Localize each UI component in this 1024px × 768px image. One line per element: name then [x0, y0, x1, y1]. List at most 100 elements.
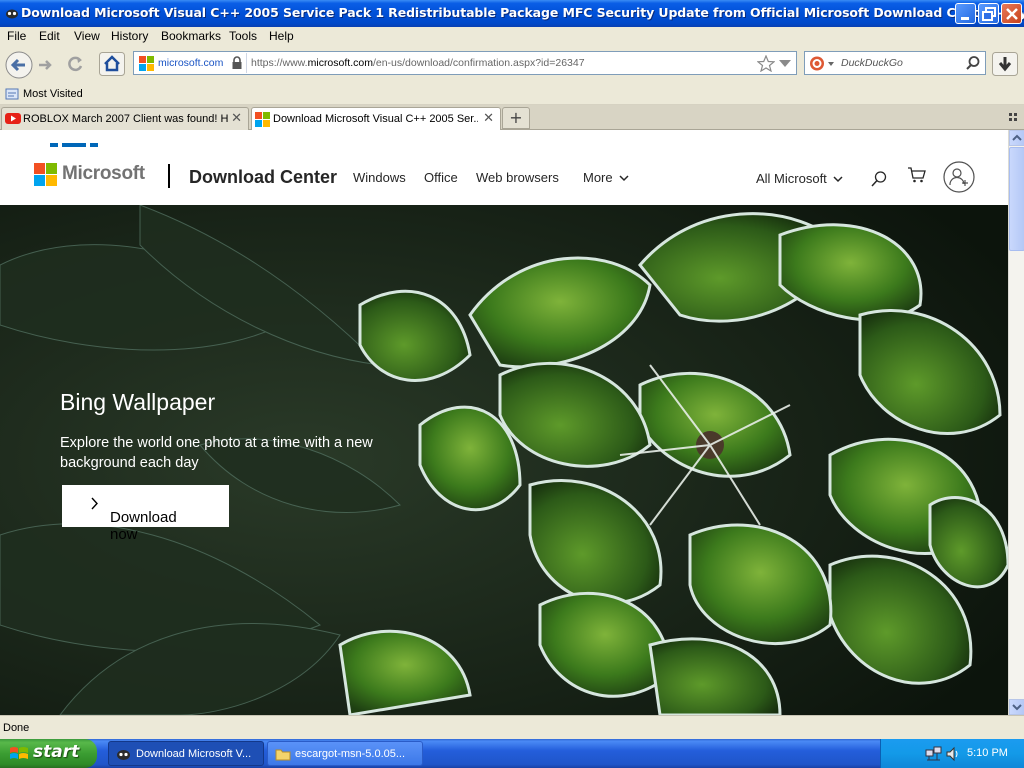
forward-button[interactable] — [35, 55, 55, 75]
menu-tools[interactable]: Tools — [229, 29, 257, 43]
download-now-label: Download now — [86, 497, 177, 543]
all-microsoft-menu[interactable]: All Microsoft — [756, 171, 843, 186]
header-divider — [168, 164, 170, 188]
tab-label: Download Microsoft Visual C++ 2005 Ser..… — [273, 113, 478, 125]
system-tray: 5:10 PM — [880, 739, 1024, 768]
menu-help[interactable]: Help — [269, 29, 294, 43]
taskbar-item-label: Download Microsoft V... — [136, 748, 252, 760]
nav-windows[interactable]: Windows — [353, 170, 406, 185]
nav-more-label: More — [583, 170, 613, 185]
minimize-icon — [961, 17, 969, 20]
web-page: Microsoft Download Center Windows Office… — [0, 130, 1008, 715]
microsoft-logo-text[interactable]: Microsoft — [62, 163, 145, 185]
youtube-favicon-icon — [5, 113, 21, 124]
status-text: Done — [3, 722, 30, 734]
microsoft-favicon-icon — [255, 112, 270, 127]
site-title[interactable]: Download Center — [189, 167, 337, 188]
url-domain: microsoft.com — [307, 57, 373, 69]
reload-button[interactable] — [65, 54, 85, 74]
url-text[interactable]: https://www.microsoft.com/en-us/download… — [251, 57, 585, 69]
menu-bar: File Edit View History Bookmarks Tools H… — [0, 27, 1024, 46]
windows-taskbar: start Download Microsoft V... escargot-m… — [0, 739, 1024, 768]
scroll-up-icon — [1012, 134, 1022, 141]
duckduckgo-engine-icon[interactable] — [809, 55, 837, 72]
start-button[interactable]: start — [0, 739, 97, 768]
network-icon[interactable] — [925, 746, 943, 762]
search-bar[interactable]: DuckDuckGo — [804, 51, 986, 75]
url-prefix: https://www. — [251, 57, 308, 69]
navigation-toolbar: microsoft.com https://www.microsoft.com/… — [0, 46, 1024, 84]
search-icon[interactable] — [965, 55, 981, 71]
tab-close-icon[interactable]: ✕ — [483, 111, 494, 126]
menu-bookmarks[interactable]: Bookmarks — [161, 29, 221, 43]
scroll-down-button[interactable] — [1009, 699, 1024, 715]
folder-icon — [275, 749, 291, 761]
back-button[interactable] — [4, 50, 34, 80]
vertical-scrollbar[interactable] — [1008, 130, 1024, 715]
chevron-down-icon — [619, 175, 629, 182]
nav-office[interactable]: Office — [424, 170, 458, 185]
microsoft-logo-icon[interactable] — [34, 163, 58, 187]
bookmark-star-icon[interactable] — [757, 55, 775, 72]
chevron-down-icon — [833, 176, 843, 183]
tab-close-icon[interactable]: ✕ — [231, 111, 242, 126]
home-button[interactable] — [99, 52, 125, 76]
window-title-bar: Download Microsoft Visual C++ 2005 Servi… — [0, 0, 1024, 27]
menu-view[interactable]: View — [74, 29, 100, 43]
new-tab-button[interactable]: + — [502, 107, 530, 129]
menu-history[interactable]: History — [111, 29, 148, 43]
clock[interactable]: 5:10 PM — [967, 747, 1008, 759]
tab-label: ROBLOX March 2007 Client was found! H... — [23, 113, 228, 125]
bookmarks-toolbar: Most Visited — [0, 84, 1024, 105]
most-visited-icon — [5, 88, 19, 100]
header-accent-bars — [50, 143, 98, 147]
shopping-cart-icon[interactable] — [907, 166, 927, 184]
microsoft-favicon-icon — [139, 56, 154, 71]
tab-strip: ROBLOX March 2007 Client was found! H...… — [0, 105, 1024, 132]
status-bar: Done — [0, 715, 1024, 739]
taskbar-item-label: escargot-msn-5.0.05... — [295, 748, 406, 760]
url-dropdown-icon[interactable] — [779, 60, 791, 68]
taskbar-item-browser[interactable]: Download Microsoft V... — [108, 741, 264, 766]
downloads-button[interactable] — [992, 52, 1018, 76]
mypal-app-icon — [6, 9, 18, 19]
start-label: start — [33, 742, 80, 762]
url-path: /en-us/download/confirmation.aspx?id=263… — [372, 57, 585, 69]
site-identity-domain: microsoft.com — [158, 57, 224, 69]
taskbar-item-folder[interactable]: escargot-msn-5.0.05... — [267, 741, 423, 766]
list-all-tabs-icon[interactable] — [1009, 113, 1019, 123]
search-placeholder: DuckDuckGo — [841, 57, 903, 69]
hero-title: Bing Wallpaper — [60, 389, 216, 415]
volume-icon[interactable] — [945, 746, 961, 762]
hero-banner: Bing Wallpaper Explore the world one pho… — [0, 205, 1008, 715]
download-now-button[interactable]: Download now — [62, 485, 229, 543]
scroll-down-icon — [1012, 704, 1022, 711]
site-header: Microsoft Download Center Windows Office… — [0, 130, 1008, 205]
site-identity-button[interactable]: microsoft.com — [135, 53, 247, 73]
all-microsoft-label: All Microsoft — [756, 171, 827, 186]
scrollbar-thumb[interactable] — [1009, 147, 1024, 251]
nav-more[interactable]: More — [583, 170, 629, 185]
account-avatar-icon[interactable] — [942, 160, 976, 194]
tab-download-center[interactable]: Download Microsoft Visual C++ 2005 Ser..… — [251, 107, 501, 132]
restore-icon — [982, 7, 996, 21]
close-icon — [1006, 8, 1018, 20]
restore-button[interactable] — [978, 3, 999, 24]
minimize-button[interactable] — [955, 3, 976, 24]
close-button[interactable] — [1001, 3, 1022, 24]
search-icon[interactable] — [870, 170, 888, 188]
bookmark-most-visited[interactable]: Most Visited — [23, 88, 83, 100]
url-bar[interactable]: microsoft.com https://www.microsoft.com/… — [133, 51, 797, 75]
lock-icon — [232, 56, 242, 69]
window-title: Download Microsoft Visual C++ 2005 Servi… — [21, 5, 1024, 20]
chevron-right-icon — [91, 497, 98, 510]
nav-web-browsers[interactable]: Web browsers — [476, 170, 559, 185]
mypal-app-icon — [117, 750, 130, 760]
menu-edit[interactable]: Edit — [39, 29, 60, 43]
windows-flag-icon — [10, 747, 28, 759]
tab-roblox[interactable]: ROBLOX March 2007 Client was found! H...… — [1, 107, 249, 131]
scroll-up-button[interactable] — [1009, 130, 1024, 146]
download-now-text: Download now — [110, 509, 177, 543]
hero-description: Explore the world one photo at a time wi… — [60, 435, 373, 471]
menu-file[interactable]: File — [7, 29, 26, 43]
